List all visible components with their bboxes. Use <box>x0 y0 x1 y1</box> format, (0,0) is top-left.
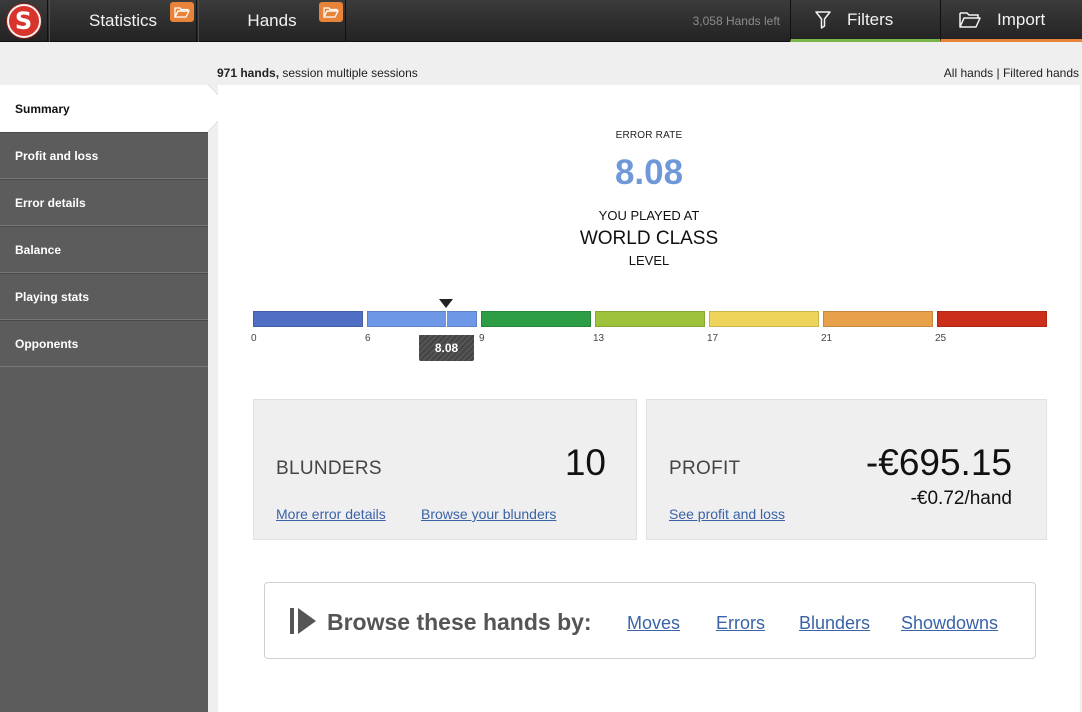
profit-and-loss-link[interactable]: See profit and loss <box>669 506 785 522</box>
sidebar-item-profit-and-loss[interactable]: Profit and loss <box>0 132 208 179</box>
scale-tick: 6 <box>365 333 371 344</box>
scale-tick: 17 <box>707 333 719 344</box>
scale-segment <box>367 311 477 327</box>
scale-marker-icon <box>439 299 454 308</box>
tab-statistics[interactable]: Statistics <box>49 0 197 42</box>
scale-tick: 13 <box>593 333 605 344</box>
play-icon <box>290 608 316 634</box>
scale-segment <box>253 311 363 327</box>
scale-value-tag: 8.08 <box>419 335 475 361</box>
sidebar-item-playing-stats[interactable]: Playing stats <box>0 273 208 320</box>
more-error-details-link[interactable]: More error details <box>276 506 386 522</box>
tab-hands-label: Hands <box>247 11 297 30</box>
summary-panel: ERROR RATE 8.08 YOU PLAYED AT WORLD CLAS… <box>218 85 1080 712</box>
hands-left-counter: 3,058 Hands left <box>692 14 780 28</box>
profit-per-hand: -€0.72/hand <box>910 488 1012 509</box>
played-at-text: YOU PLAYED AT <box>598 208 700 223</box>
folder-open-icon <box>959 11 981 28</box>
sidebar-item-label: Error details <box>15 195 86 210</box>
scale-tick: 21 <box>821 333 833 344</box>
scale-segment <box>823 311 933 327</box>
profit-value: -€695.15 <box>865 442 1012 483</box>
session-description: session multiple sessions <box>282 66 418 80</box>
hands-filter-toggle[interactable]: All hands | Filtered hands <box>944 66 1079 80</box>
hand-count: 971 hands, <box>217 66 280 80</box>
browse-title: Browse these hands by: <box>327 609 592 635</box>
browse-hands-panel: Browse these hands by: Moves Errors Blun… <box>264 582 1036 659</box>
sidebar-item-label: Playing stats <box>15 289 90 304</box>
sidebar-item-opponents[interactable]: Opponents <box>0 320 208 367</box>
folder-open-icon[interactable] <box>170 2 194 22</box>
scale-tick: 0 <box>251 333 257 344</box>
sidebar-item-balance[interactable]: Balance <box>0 226 208 273</box>
error-rate-label: ERROR RATE <box>615 130 683 141</box>
level-name: WORLD CLASS <box>579 228 719 249</box>
sidebar: Summary Profit and loss Error details Ba… <box>0 84 231 712</box>
tab-hands[interactable]: Hands <box>198 0 346 42</box>
logo-icon: S <box>6 4 41 38</box>
top-bar: S Statistics Hands 3,058 Hands left Filt… <box>0 0 1082 42</box>
import-button[interactable]: Import <box>940 0 1082 42</box>
scale-segment <box>481 311 591 327</box>
import-label: Import <box>997 9 1046 29</box>
level-word: LEVEL <box>628 253 670 268</box>
scale-segment <box>595 311 705 327</box>
scale-tick: 25 <box>935 333 947 344</box>
browse-blunders-link[interactable]: Blunders <box>799 613 870 634</box>
folder-open-icon[interactable] <box>319 2 343 22</box>
error-rate-scale: 0 6 9 13 17 21 25 8.08 <box>251 299 1048 361</box>
scale-tick: 9 <box>479 333 485 344</box>
scale-segment <box>709 311 819 327</box>
filters-button[interactable]: Filters <box>790 0 940 42</box>
sidebar-item-error-details[interactable]: Error details <box>0 179 208 226</box>
profit-label: PROFIT <box>669 458 741 479</box>
filter-icon <box>815 10 831 29</box>
sidebar-item-label: Summary <box>15 101 70 116</box>
session-info: 971 hands, session multiple sessions <box>217 66 418 80</box>
sidebar-item-label: Balance <box>15 242 62 257</box>
browse-errors-link[interactable]: Errors <box>716 613 765 634</box>
scale-marker-line <box>446 311 448 327</box>
app-logo[interactable]: S <box>0 0 48 42</box>
tab-statistics-label: Statistics <box>88 11 158 30</box>
error-rate-value: 8.08 <box>614 153 684 192</box>
browse-showdowns-link[interactable]: Showdowns <box>901 613 998 634</box>
blunders-label: BLUNDERS <box>276 458 382 479</box>
sidebar-item-summary[interactable]: Summary <box>0 84 231 132</box>
blunders-count: 10 <box>564 442 606 483</box>
sidebar-item-label: Profit and loss <box>15 148 99 163</box>
sidebar-item-label: Opponents <box>15 336 79 351</box>
browse-moves-link[interactable]: Moves <box>627 613 680 634</box>
filters-label: Filters <box>847 9 894 29</box>
profit-card: PROFIT -€695.15 -€0.72/hand See profit a… <box>646 399 1047 540</box>
blunders-card: BLUNDERS 10 More error details Browse yo… <box>253 399 637 540</box>
browse-blunders-link[interactable]: Browse your blunders <box>421 506 556 522</box>
scale-segment <box>937 311 1047 327</box>
